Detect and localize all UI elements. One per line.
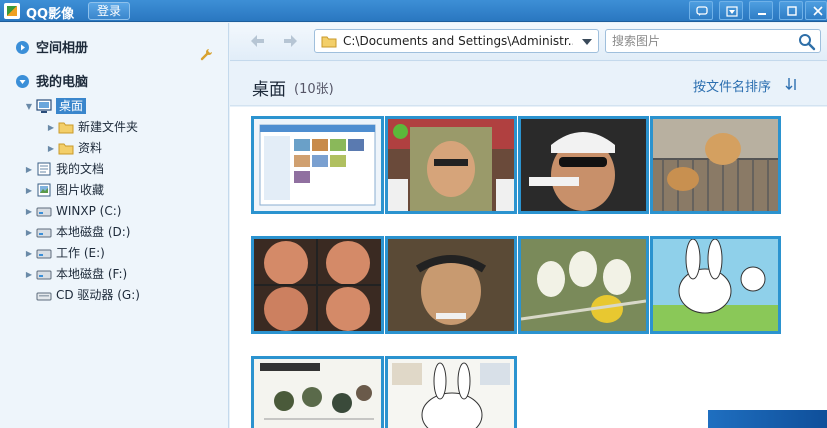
pictures-icon — [37, 183, 51, 197]
tree-item-label: 工作 (E:) — [56, 246, 105, 260]
folder-icon — [58, 122, 74, 134]
tree-item-label: 桌面 — [56, 98, 87, 114]
folder-icon — [58, 143, 74, 155]
forward-arrow-icon[interactable] — [282, 33, 298, 49]
drive-icon — [36, 270, 52, 280]
corner-banner — [708, 410, 827, 428]
cloud-album-section[interactable]: 空间相册 — [16, 37, 88, 57]
cd-drive-icon — [36, 292, 52, 301]
address-text: C:\Documents and Settings\Administr... — [343, 34, 573, 48]
expand-icon[interactable]: ▶ — [46, 139, 56, 159]
photo-thumbnail[interactable] — [385, 116, 517, 214]
search-icon[interactable] — [798, 33, 816, 51]
wrench-icon[interactable] — [200, 48, 213, 61]
folder-icon — [321, 36, 337, 48]
photo-thumbnail[interactable] — [251, 116, 384, 214]
tree-item-label: 资料 — [78, 141, 103, 155]
tree-item-label: 新建文件夹 — [78, 120, 139, 134]
expand-icon[interactable]: ▶ — [24, 160, 34, 180]
menu-button[interactable] — [719, 1, 743, 20]
desktop-icon — [36, 99, 52, 113]
tree-item-label: 本地磁盘 (F:) — [56, 267, 128, 281]
expand-icon[interactable]: ▶ — [24, 265, 34, 285]
chat-icon — [696, 6, 708, 16]
tree-item-label: 本地磁盘 (D:) — [56, 225, 131, 239]
photo-thumbnail[interactable] — [251, 356, 384, 428]
tree-item-label: 我的文档 — [56, 162, 105, 176]
photo-count: (10张) — [294, 82, 334, 97]
documents-icon — [37, 162, 51, 176]
tree-item-label: WINXP (C:) — [56, 204, 122, 218]
content-header: 桌面 (10张) 按文件名排序 — [230, 62, 827, 106]
photo-thumbnail[interactable] — [385, 236, 517, 334]
expand-right-icon — [16, 41, 29, 54]
tree-item-drive-f[interactable]: ▶ 本地磁盘 (F:) — [24, 264, 127, 284]
expand-icon[interactable]: ▶ — [46, 118, 56, 138]
search-box — [605, 29, 821, 53]
tree-item-new-folder[interactable]: ▶ 新建文件夹 — [46, 117, 138, 137]
tree-item-drive-e[interactable]: ▶ 工作 (E:) — [24, 243, 105, 263]
maximize-button[interactable] — [779, 1, 803, 20]
folder-title: 桌面 — [252, 80, 286, 100]
tree-item-drive-g[interactable]: CD 驱动器 (G:) — [24, 285, 140, 305]
app-logo-icon — [4, 3, 20, 19]
drive-icon — [36, 207, 52, 217]
collapse-icon[interactable]: ▼ — [24, 97, 34, 117]
expand-down-icon — [16, 75, 29, 88]
drive-icon — [36, 249, 52, 259]
expand-icon[interactable]: ▶ — [24, 244, 34, 264]
thumbnail-grid — [230, 107, 827, 428]
search-input[interactable] — [612, 33, 792, 49]
tree-item-drive-c[interactable]: ▶ WINXP (C:) — [24, 201, 122, 222]
maximize-icon — [787, 6, 797, 16]
photo-thumbnail[interactable] — [650, 116, 781, 214]
edit-badge-icon — [393, 124, 408, 139]
login-button[interactable]: 登录 — [88, 2, 130, 20]
photo-thumbnail[interactable] — [385, 356, 517, 428]
title-bar: QQ影像 登录 — [0, 0, 827, 22]
minimize-icon — [758, 13, 766, 15]
my-computer-section[interactable]: 我的电脑 — [16, 71, 88, 91]
drive-icon — [36, 228, 52, 238]
chat-button[interactable] — [689, 1, 713, 20]
toolbar: C:\Documents and Settings\Administr... — [230, 23, 827, 61]
tree-item-materials[interactable]: ▶ 资料 — [46, 138, 102, 158]
expand-icon[interactable]: ▶ — [24, 202, 34, 222]
app-title: QQ影像 — [26, 7, 75, 22]
tree-item-my-documents[interactable]: ▶ 我的文档 — [24, 159, 104, 179]
cloud-album-label: 空间相册 — [36, 41, 89, 56]
photo-thumbnail[interactable] — [251, 236, 384, 334]
close-button[interactable] — [805, 1, 827, 20]
expand-icon[interactable]: ▶ — [24, 223, 34, 243]
minimize-button[interactable] — [749, 1, 773, 20]
expand-icon[interactable]: ▶ — [24, 181, 34, 201]
chevron-down-icon[interactable] — [582, 39, 592, 45]
close-icon — [813, 6, 823, 16]
tree-item-pictures[interactable]: ▶ 图片收藏 — [24, 180, 104, 200]
back-arrow-icon[interactable] — [250, 33, 266, 49]
sort-icon[interactable] — [785, 77, 799, 91]
address-bar[interactable]: C:\Documents and Settings\Administr... — [314, 29, 599, 53]
tree-item-drive-d[interactable]: ▶ 本地磁盘 (D:) — [24, 222, 131, 243]
menu-icon — [726, 6, 738, 17]
photo-thumbnail[interactable] — [518, 116, 649, 214]
photo-thumbnail[interactable] — [518, 236, 649, 334]
my-computer-label: 我的电脑 — [36, 75, 89, 90]
tree-item-label: CD 驱动器 (G:) — [56, 288, 140, 302]
tree-item-desktop[interactable]: ▼ 桌面 — [24, 96, 87, 117]
sort-by-filename-link[interactable]: 按文件名排序 — [693, 76, 771, 95]
tree-item-label: 图片收藏 — [56, 183, 105, 197]
photo-thumbnail[interactable] — [650, 236, 781, 334]
